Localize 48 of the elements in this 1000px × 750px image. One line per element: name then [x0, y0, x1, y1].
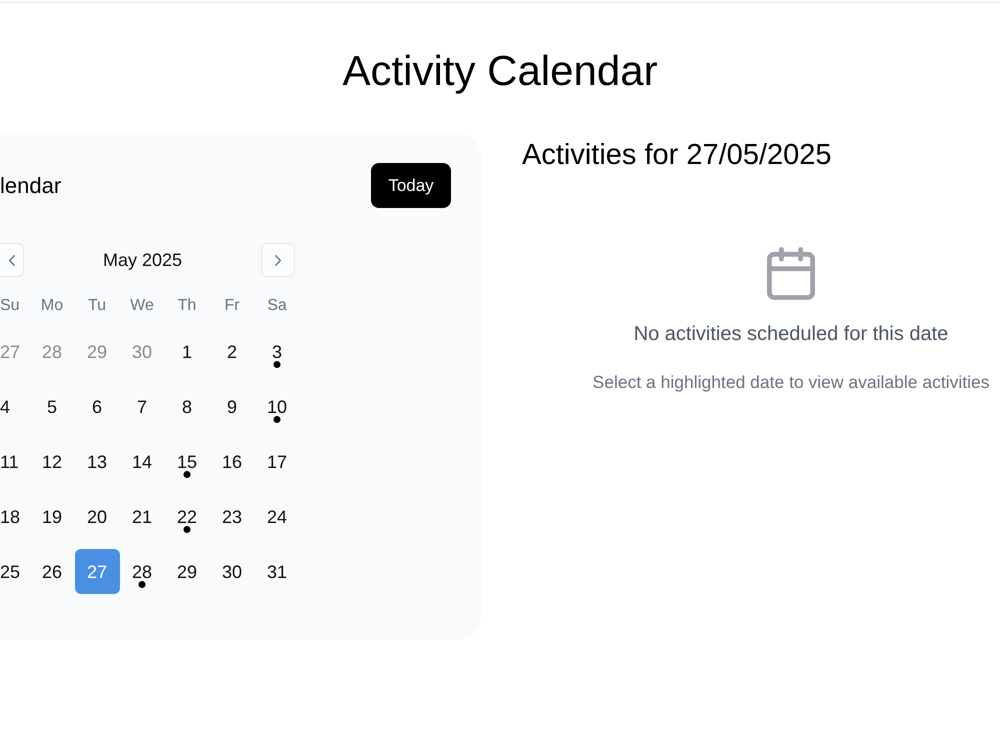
calendar-day[interactable]: 21	[120, 494, 164, 539]
chevron-right-icon	[275, 254, 281, 266]
calendar-day[interactable]: 11	[0, 439, 30, 484]
calendar-day[interactable]: 6	[74, 384, 120, 429]
calendar-day[interactable]: 25	[0, 549, 30, 594]
chevron-left-icon	[9, 254, 15, 266]
calendar-day[interactable]: 30	[210, 549, 254, 594]
weekday-label: Su	[0, 296, 20, 316]
empty-state-hint: Select a highlighted date to view available activities	[592, 371, 990, 394]
calendar-day[interactable]: 15	[164, 439, 210, 484]
weekday-label: Fr	[224, 296, 240, 316]
calendar-day[interactable]: 26	[30, 549, 74, 594]
previous-month-button[interactable]	[0, 243, 24, 277]
calendar-day[interactable]: 28	[120, 549, 164, 594]
calendar-day[interactable]: 18	[0, 494, 30, 539]
calendar-day[interactable]: 4	[0, 384, 30, 429]
weekday-label: Th	[178, 296, 196, 316]
weekday-label: Sa	[267, 296, 287, 316]
calendar-day[interactable]: 14	[120, 439, 164, 484]
calendar-day[interactable]: 13	[74, 439, 120, 484]
weekday-label: Tu	[88, 296, 106, 316]
weekday-label: We	[130, 296, 154, 316]
calendar-day[interactable]: 10	[254, 384, 300, 429]
calendar-day[interactable]: 16	[210, 439, 254, 484]
calendar-icon	[767, 247, 815, 300]
calendar-day[interactable]: 3	[254, 329, 300, 374]
empty-state-title: No activities scheduled for this date	[634, 322, 948, 347]
calendar-day[interactable]: 1	[164, 329, 210, 374]
calendar-title: lendar	[0, 172, 62, 200]
calendar-day[interactable]: 20	[74, 494, 120, 539]
month-label: May 2025	[102, 249, 182, 272]
today-button[interactable]: Today	[371, 163, 451, 208]
page-title: Activity Calendar	[342, 47, 658, 95]
calendar-day[interactable]: 17	[254, 439, 300, 484]
calendar-day[interactable]: 8	[164, 384, 210, 429]
calendar-day[interactable]: 23	[210, 494, 254, 539]
calendar-day[interactable]: 31	[254, 549, 300, 594]
activities-heading: Activities for 27/05/2025	[522, 138, 832, 172]
calendar-day[interactable]: 22	[164, 494, 210, 539]
calendar-day[interactable]: 2	[210, 329, 254, 374]
calendar-day[interactable]: 19	[30, 494, 74, 539]
weekday-label: Mo	[40, 296, 64, 316]
calendar-day[interactable]: 5	[30, 384, 74, 429]
calendar-day[interactable]: 12	[30, 439, 74, 484]
calendar-day[interactable]: 9	[210, 384, 254, 429]
calendar-day[interactable]: 7	[120, 384, 164, 429]
calendar-day[interactable]: 29	[164, 549, 210, 594]
calendar-day[interactable]: 24	[254, 494, 300, 539]
